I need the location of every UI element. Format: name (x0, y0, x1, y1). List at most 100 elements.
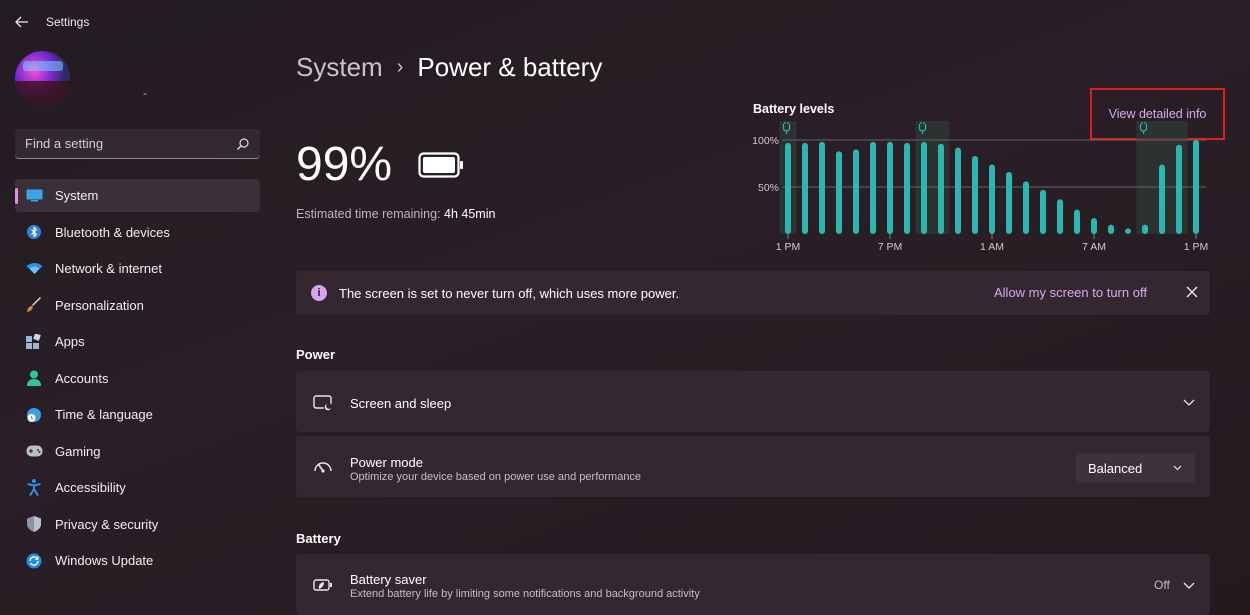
shield-icon (25, 515, 43, 533)
battery-level-bar (870, 141, 876, 234)
battery-saver-status: Off (1154, 578, 1170, 592)
sidebar-item-label: Personalization (55, 297, 144, 313)
battery-level-bar (1159, 164, 1165, 234)
sidebar-item-label: Accessibility (55, 480, 126, 495)
battery-level-bar (1091, 218, 1097, 234)
x-tick-label: 1 PM (1184, 241, 1209, 253)
sidebar-item-label: Apps (55, 334, 85, 349)
chevron-down-icon (1173, 465, 1182, 471)
est-label: Estimated time remaining: (296, 207, 441, 221)
power-heading: Power (296, 347, 336, 362)
allow-screen-off-link[interactable]: Allow my screen to turn off (994, 285, 1147, 300)
sidebar-item-accessibility[interactable]: Accessibility (15, 471, 260, 504)
x-tick-label: 7 AM (1082, 241, 1106, 253)
battery-level-bar (853, 149, 859, 234)
battery-level-bar (1057, 199, 1063, 234)
info-icon: i (311, 285, 327, 301)
person-icon (25, 369, 43, 387)
est-value: 4h 45min (444, 207, 496, 221)
screen-sleep-icon (312, 392, 334, 414)
chevron-down-icon[interactable] (1182, 578, 1196, 592)
y-tick-label: 50% (758, 182, 779, 194)
account-name-fragment: - (143, 86, 147, 100)
sidebar-item-gaming[interactable]: Gaming (15, 435, 260, 468)
battery-level-bar (938, 143, 944, 234)
sidebar-item-label: Gaming (55, 443, 101, 459)
sidebar-item-label: Time & language (55, 407, 153, 422)
sidebar-item-system[interactable]: System (15, 179, 260, 212)
battery-level-bar (1108, 224, 1114, 234)
battery-saver-icon (312, 574, 334, 596)
breadcrumb-separator: › (396, 56, 404, 78)
search-box[interactable] (15, 129, 260, 159)
battery-level-bar (1142, 224, 1148, 234)
x-tick-label: 1 AM (980, 241, 1004, 253)
search-input[interactable] (25, 136, 236, 151)
avatar[interactable] (15, 51, 70, 106)
power-mode-dropdown[interactable]: Balanced (1076, 453, 1195, 483)
battery-level-bar (1125, 228, 1131, 234)
battery-icon (418, 152, 463, 178)
battery-level-bar (1176, 144, 1182, 234)
screen-never-off-banner: i The screen is set to never turn off, w… (296, 271, 1210, 315)
sidebar-item-bluetooth[interactable]: Bluetooth & devices (15, 216, 260, 249)
sidebar-nav: System Bluetooth & devices Network & int… (15, 179, 260, 581)
sidebar-item-apps[interactable]: Apps (15, 325, 260, 358)
power-mode-card: Power mode Optimize your device based on… (296, 436, 1210, 497)
battery-level-bar (921, 141, 927, 234)
battery-level-bar (1006, 171, 1012, 234)
sidebar-item-label: Privacy & security (55, 516, 159, 532)
sidebar-item-windows-update[interactable]: Windows Update (15, 544, 260, 577)
breadcrumb: System › Power & battery (296, 52, 602, 83)
sidebar-item-network[interactable]: Network & internet (15, 252, 260, 285)
battery-saver-card[interactable]: Battery saver Extend battery life by lim… (296, 554, 1210, 615)
accessibility-icon (25, 479, 43, 497)
estimated-time-remaining: Estimated time remaining: 4h 45min (296, 207, 495, 221)
battery-level-bar (1040, 189, 1046, 234)
power-mode-desc: Optimize your device based on power use … (350, 471, 642, 483)
chart-title: Battery levels (753, 102, 835, 116)
battery-level-bar (904, 142, 910, 234)
sidebar-item-label: Bluetooth & devices (55, 224, 170, 240)
screen-and-sleep-card[interactable]: Screen and sleep (296, 371, 1210, 432)
battery-level-bar (972, 155, 978, 234)
sidebar-item-label: Windows Update (55, 553, 154, 568)
display-icon (25, 187, 43, 205)
title-bar: Settings (0, 0, 1250, 44)
battery-level-bar (1023, 181, 1029, 234)
brush-icon (25, 296, 43, 314)
screen-sleep-title: Screen and sleep (350, 396, 452, 411)
y-tick-label: 100% (752, 135, 779, 147)
sidebar-item-privacy[interactable]: Privacy & security (15, 508, 260, 541)
update-icon (25, 552, 43, 570)
charging-period-band (915, 121, 950, 234)
bluetooth-icon (25, 223, 43, 241)
battery-level-bar (1193, 140, 1199, 234)
close-icon[interactable] (1184, 284, 1200, 300)
breadcrumb-parent[interactable]: System (296, 52, 383, 83)
battery-level-bar (887, 141, 893, 234)
battery-level-bar (1074, 209, 1080, 234)
power-mode-title: Power mode (350, 455, 423, 470)
battery-heading: Battery (296, 531, 341, 546)
sidebar-item-accounts[interactable]: Accounts (15, 362, 260, 395)
power-mode-icon (312, 456, 334, 478)
gamepad-icon (25, 442, 43, 460)
battery-level-bar (989, 164, 995, 234)
battery-level-bar (955, 147, 961, 234)
sidebar-item-time-language[interactable]: Time & language (15, 398, 260, 431)
apps-icon (25, 333, 43, 351)
battery-saver-desc: Extend battery life by limiting some not… (350, 588, 700, 600)
app-title: Settings (46, 15, 90, 29)
x-tick-label: 1 PM (776, 241, 801, 253)
chevron-down-icon[interactable] (1182, 395, 1196, 409)
back-button[interactable] (10, 10, 34, 34)
wifi-icon (25, 260, 43, 278)
sidebar-item-personalization[interactable]: Personalization (15, 289, 260, 322)
battery-level-bar (836, 151, 842, 234)
search-icon[interactable] (236, 137, 250, 151)
battery-level-bar (819, 141, 825, 234)
battery-levels-chart: 100% 50% 1 PM 7 PM 1 AM 7 AM 1 PM (752, 121, 1209, 253)
globe-clock-icon (25, 406, 43, 424)
battery-level-bar (802, 142, 808, 234)
